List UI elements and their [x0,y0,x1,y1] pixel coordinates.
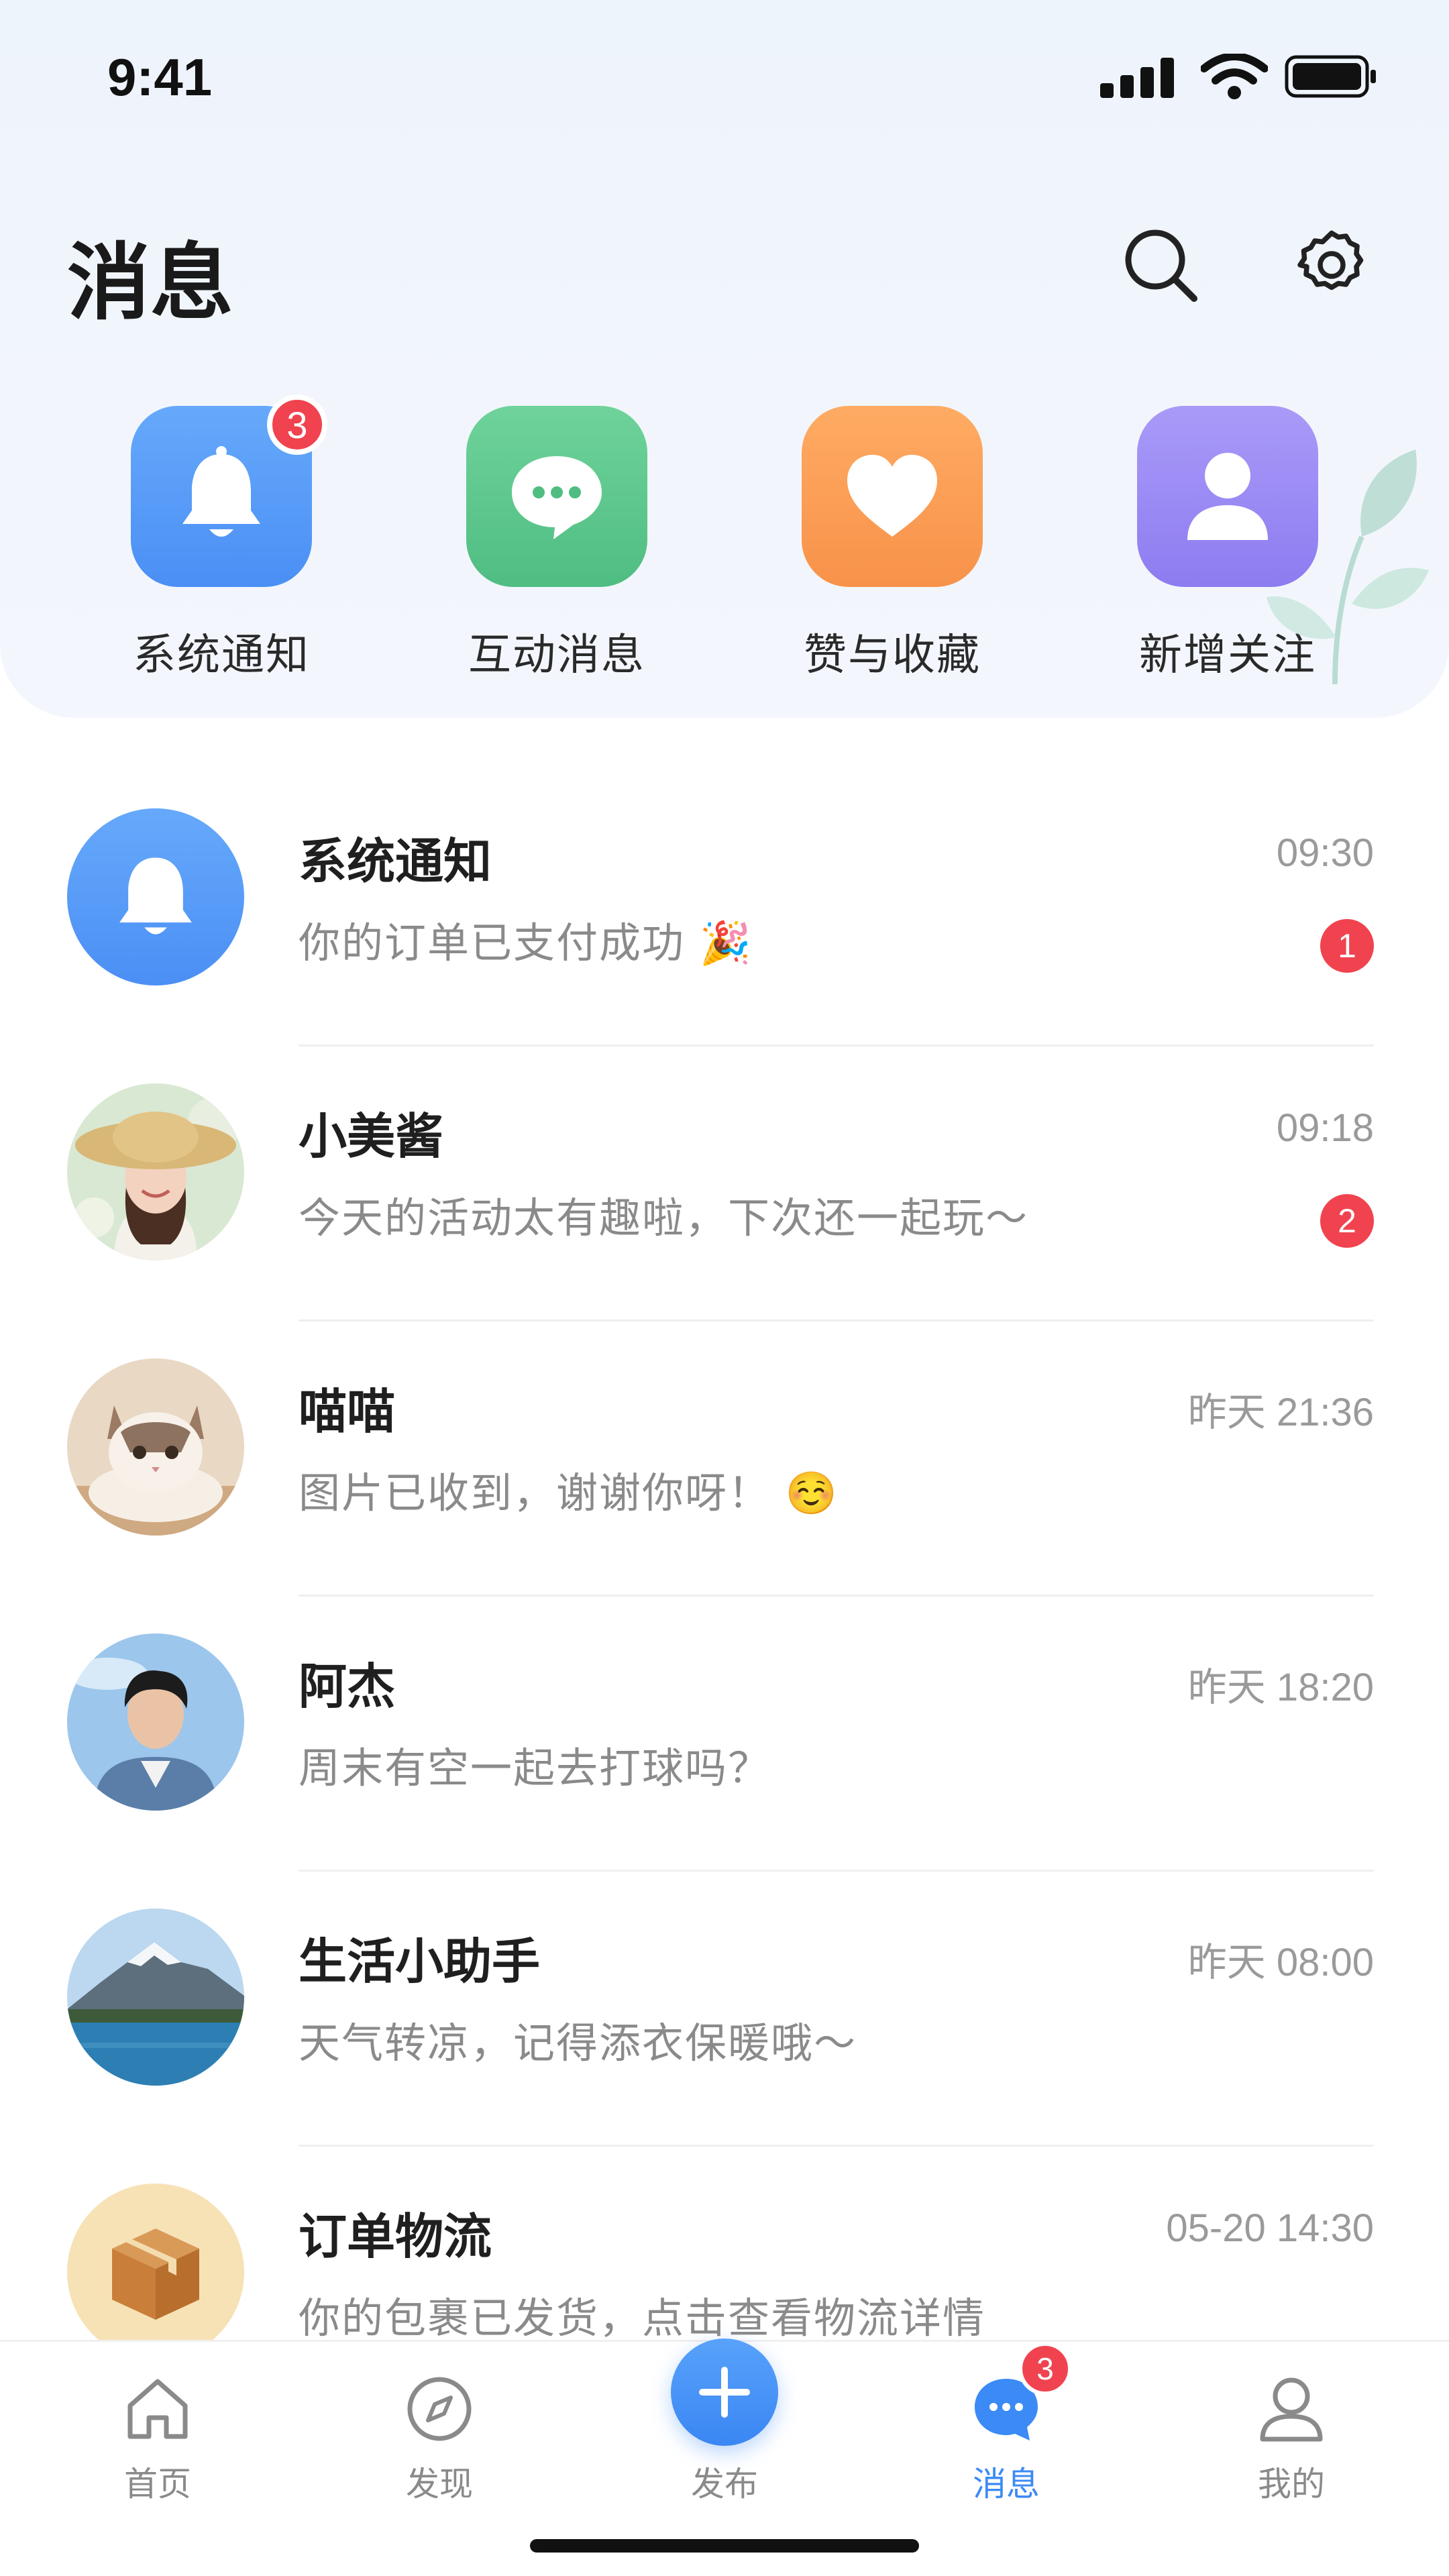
tab-label: 发现 [406,2465,473,2504]
conversation-name: 订单物流 [299,2208,492,2265]
profile-icon [1260,2377,1323,2442]
conversation-preview: 周末有空一起去打球吗？ [299,1743,771,1792]
search-icon [1125,229,1197,302]
conversation-preview: 图片已收到，谢谢你呀！ ☺️ [299,1468,839,1517]
signal-icon [1100,58,1174,98]
conversation-time: 09:18 [1276,1106,1374,1150]
conversation-preview: 今天的活动太有趣啦，下次还一起玩～ [299,1193,1029,1242]
conversation-row-xiaomeijiang[interactable]: 小美酱 今天的活动太有趣啦，下次还一起玩～ 09:18 2 [0,1046,1449,1322]
tab-discover[interactable]: 发现 [339,2342,540,2516]
likes-tile [802,406,983,587]
unread-badge: 1 [1320,919,1374,973]
conversation-time: 09:30 [1276,831,1374,875]
conversation-name: 阿杰 [299,1658,396,1715]
quick-entry-label: 互动消息 [468,631,645,680]
tab-profile[interactable]: 我的 [1191,2342,1392,2516]
bell-icon [182,446,260,537]
package-box-avatar [67,2184,244,2361]
conversation-name: 生活小助手 [299,1933,541,1990]
conversation-preview: 你的订单已支付成功 🎉 [299,918,753,967]
home-indicator [530,2539,919,2553]
conversation-row-system-notice[interactable]: 系统通知 你的订单已支付成功 🎉 09:30 1 [0,771,1449,1046]
chat-bubble-icon [512,456,602,539]
settings-button[interactable] [1288,221,1375,309]
interactions-tile [466,406,647,587]
conversation-name: 喵喵 [299,1383,396,1440]
bell-avatar [67,808,244,985]
conversation-time: 昨天 18:20 [1187,1666,1374,1709]
tab-messages[interactable]: 3 消息 [906,2342,1107,2516]
conversation-time: 昨天 08:00 [1187,1941,1374,1984]
person-icon [1187,453,1268,540]
conversation-row-ajie[interactable]: 阿杰 周末有空一起去打球吗？ 昨天 18:20 [0,1597,1449,1872]
cat-avatar [67,1358,244,1536]
unread-badge: 2 [1320,1194,1374,1248]
tab-label: 发布 [691,2465,758,2504]
messages-tab-badge: 3 [1018,2342,1072,2396]
page-title: 消息 [67,235,234,331]
conversation-time: 05-20 14:30 [1166,2206,1374,2250]
wifi-icon [1201,54,1268,99]
conversation-preview: 你的包裹已发货，点击查看物流详情 [299,2294,986,2343]
compass-icon [407,2377,472,2441]
tab-label: 首页 [124,2465,191,2504]
quick-entry-interactions[interactable]: 互动消息 [429,402,657,684]
decorative-leaf [1267,449,1429,685]
gear-icon [1297,230,1364,290]
quick-entry-label: 赞与收藏 [804,631,981,680]
young-man-avatar [67,1633,244,1811]
home-icon [127,2379,188,2439]
quick-entry-likes-favorites[interactable]: 赞与收藏 [765,402,993,684]
girl-straw-hat-avatar [67,1083,244,1260]
bell-icon [119,857,192,934]
conversation-name: 系统通知 [299,833,492,890]
heart-icon [847,455,937,537]
tab-home[interactable]: 首页 [57,2342,258,2516]
conversation-row-life-assistant[interactable]: 生活小助手 天气转凉，记得添衣保暖哦～ 昨天 08:00 [0,1872,1449,2147]
conversation-time: 昨天 21:36 [1187,1391,1374,1434]
quick-entry-label: 系统通知 [133,631,310,680]
conversation-name: 小美酱 [299,1108,444,1165]
system-notice-badge: 3 [267,394,327,455]
battery-icon [1285,55,1376,98]
status-time: 9:41 [107,48,213,107]
tab-label: 我的 [1258,2465,1325,2504]
conversation-preview: 天气转凉，记得添衣保暖哦～ [299,2019,857,2068]
package-box-icon [112,2229,199,2320]
quick-entry-system-notice[interactable]: 3 系统通知 [94,394,327,684]
conversation-row-miaomiao[interactable]: 喵喵 图片已收到，谢谢你呀！ ☺️ 昨天 21:36 [0,1322,1449,1597]
search-button[interactable] [1117,221,1204,309]
publish-button[interactable] [671,2339,778,2446]
tab-label: 消息 [973,2465,1040,2504]
status-icons [1100,52,1382,99]
mountain-lake-avatar [67,1909,244,2086]
plus-icon [699,2367,750,2418]
status-bar: 9:41 [0,0,1449,148]
